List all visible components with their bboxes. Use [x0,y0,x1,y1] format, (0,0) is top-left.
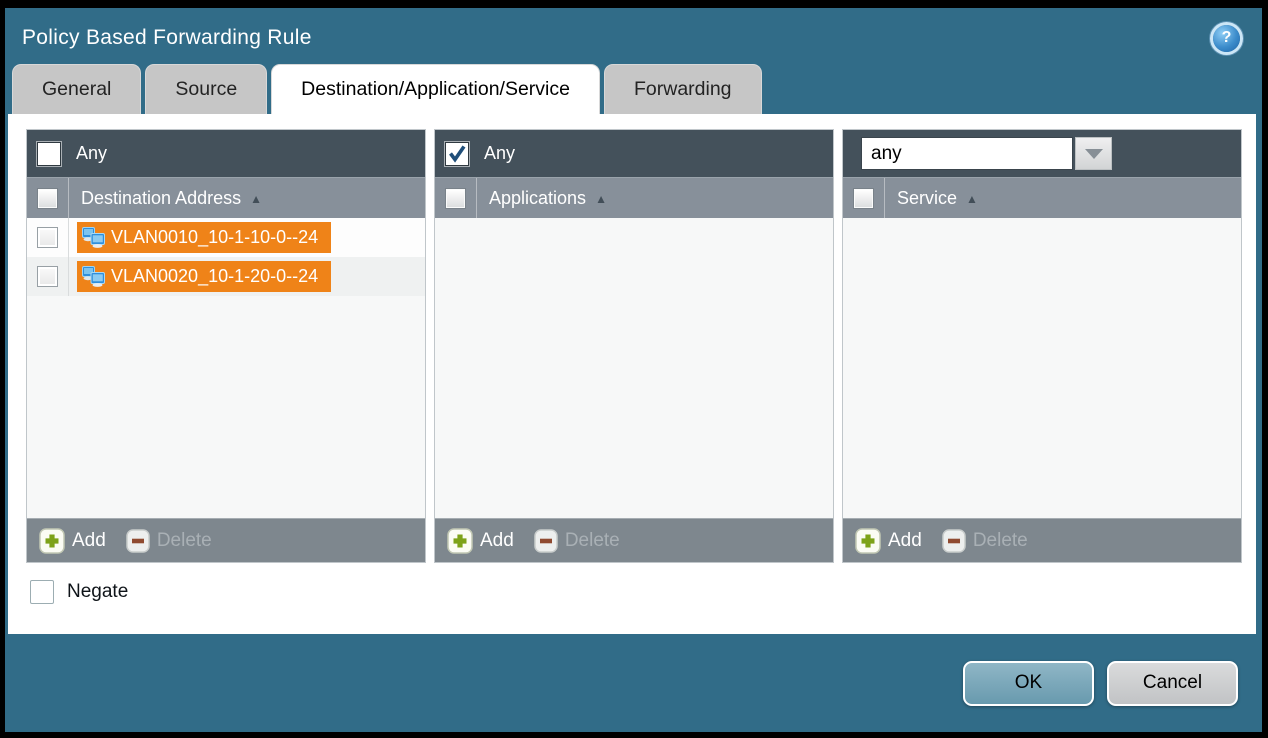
applications-delete-button[interactable]: Delete [534,529,620,553]
applications-any-label: Any [484,143,515,164]
destination-row-1-label: VLAN0010_10-1-10-0--24 [111,227,318,248]
network-icon [81,227,106,248]
dialog-titlebar: Policy Based Forwarding Rule ? [5,8,1262,64]
tab-bar: General Source Destination/Application/S… [5,64,1262,114]
destination-row-1[interactable]: VLAN0010_10-1-10-0--24 [27,218,425,257]
destination-row-2[interactable]: VLAN0020_10-1-20-0--24 [27,257,425,296]
service-list [843,218,1241,518]
service-add-button[interactable]: Add [855,528,922,554]
screen: Policy Based Forwarding Rule ? General S… [0,0,1268,738]
tab-content: Any Destination Address ▲ [8,114,1256,634]
destination-row-2-checkbox-cell [27,257,69,296]
applications-column: Any Applications ▲ [434,129,834,563]
columns-container: Any Destination Address ▲ [26,129,1242,563]
negate-checkbox[interactable] [30,580,54,604]
service-delete-label: Delete [973,530,1028,552]
destination-column-header[interactable]: Destination Address ▲ [69,178,262,218]
delete-icon [534,529,558,553]
negate-label: Negate [67,581,128,603]
applications-any-checkbox[interactable] [445,142,469,166]
add-icon [447,528,473,554]
destination-row-1-checkbox-cell [27,218,69,257]
tab-forwarding[interactable]: Forwarding [604,64,762,114]
tab-source[interactable]: Source [145,64,267,114]
destination-delete-label: Delete [157,530,212,552]
destination-row-2-label: VLAN0020_10-1-20-0--24 [111,266,318,287]
destination-row-1-checkbox[interactable] [37,227,58,248]
applications-any-bar: Any [435,130,833,177]
applications-header-row: Applications ▲ [435,177,833,218]
ok-button[interactable]: OK [963,661,1094,706]
service-dropdown-button[interactable] [1075,137,1112,170]
service-column-header[interactable]: Service ▲ [885,178,978,218]
service-delete-button[interactable]: Delete [942,529,1028,553]
destination-column: Any Destination Address ▲ [26,129,426,563]
delete-icon [126,529,150,553]
destination-row-2-chip[interactable]: VLAN0020_10-1-20-0--24 [77,261,331,292]
destination-header-row: Destination Address ▲ [27,177,425,218]
destination-any-checkbox[interactable] [37,142,61,166]
sort-asc-icon: ▲ [966,191,978,205]
service-dropdown-value[interactable]: any [861,137,1073,170]
service-add-label: Add [888,530,922,552]
destination-row-1-chip[interactable]: VLAN0010_10-1-10-0--24 [77,222,331,253]
pbf-rule-dialog: Policy Based Forwarding Rule ? General S… [5,8,1262,732]
tab-general[interactable]: General [12,64,141,114]
checkmark-icon [447,144,467,164]
tab-destination-application-service[interactable]: Destination/Application/Service [271,64,600,114]
service-any-bar: any [843,130,1241,177]
cancel-button[interactable]: Cancel [1107,661,1238,706]
applications-column-header[interactable]: Applications ▲ [477,178,607,218]
action-bar: OK Cancel [5,634,1262,732]
applications-select-all-cell [435,178,477,218]
negate-row: Negate [26,580,1242,604]
service-dropdown[interactable]: any [861,137,1112,170]
applications-add-label: Add [480,530,514,552]
applications-column-header-label: Applications [489,188,586,209]
destination-footer: Add Delete [27,518,425,562]
destination-select-all-checkbox[interactable] [38,189,57,208]
add-icon [855,528,881,554]
help-icon[interactable]: ? [1213,25,1240,52]
service-select-all-cell [843,178,885,218]
help-icon-glyph: ? [1222,29,1232,47]
destination-add-label: Add [72,530,106,552]
service-select-all-checkbox[interactable] [854,189,873,208]
destination-column-header-label: Destination Address [81,188,241,209]
applications-add-button[interactable]: Add [447,528,514,554]
service-column-header-label: Service [897,188,957,209]
sort-asc-icon: ▲ [595,191,607,205]
applications-select-all-checkbox[interactable] [446,189,465,208]
service-header-row: Service ▲ [843,177,1241,218]
applications-delete-label: Delete [565,530,620,552]
destination-add-button[interactable]: Add [39,528,106,554]
destination-delete-button[interactable]: Delete [126,529,212,553]
delete-icon [942,529,966,553]
applications-footer: Add Delete [435,518,833,562]
dialog-title: Policy Based Forwarding Rule [22,26,1213,50]
destination-select-all-cell [27,178,69,218]
destination-any-label: Any [76,143,107,164]
destination-list: VLAN0010_10-1-10-0--24 [27,218,425,518]
destination-row-2-checkbox[interactable] [37,266,58,287]
chevron-down-icon [1085,149,1103,159]
sort-asc-icon: ▲ [250,191,262,205]
service-column: any Service ▲ [842,129,1242,563]
service-footer: Add Delete [843,518,1241,562]
add-icon [39,528,65,554]
destination-any-bar: Any [27,130,425,177]
applications-list [435,218,833,518]
network-icon [81,266,106,287]
